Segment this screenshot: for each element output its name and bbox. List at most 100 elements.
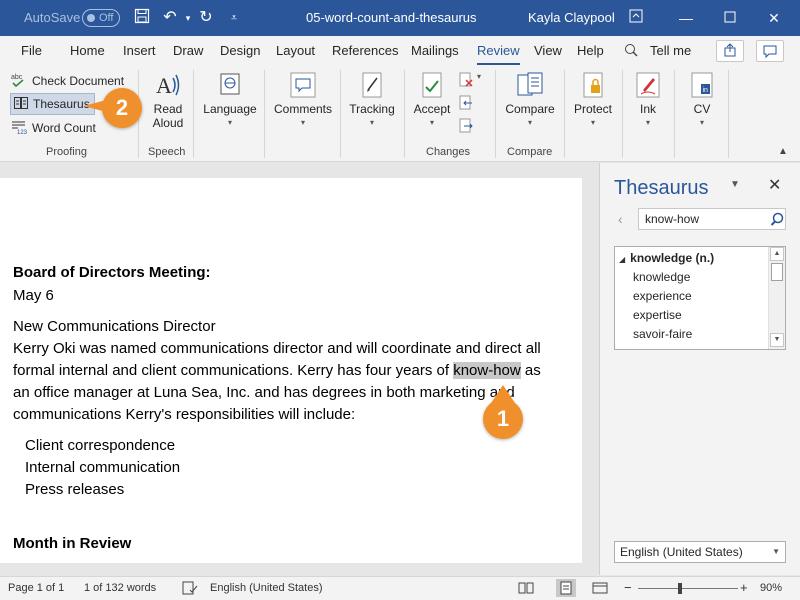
selected-word[interactable]: know-how	[453, 362, 521, 379]
synonym-item[interactable]: savoir-faire	[633, 327, 692, 341]
ribbon-separator	[622, 70, 623, 158]
body-text: formal internal and client communication…	[13, 362, 454, 379]
tab-draw[interactable]: Draw	[173, 43, 203, 58]
user-name[interactable]: Kayla Claypool	[528, 10, 615, 25]
ribbon-separator	[728, 70, 729, 158]
tab-insert[interactable]: Insert	[123, 43, 156, 58]
scroll-down-icon[interactable]: ▼	[770, 333, 784, 347]
minimize-icon[interactable]: —	[676, 8, 696, 28]
print-layout-icon[interactable]	[556, 579, 576, 597]
chevron-down-icon: ▾	[590, 118, 595, 127]
synonym-item[interactable]: knowledge	[633, 270, 690, 284]
word-count-button[interactable]: 123 Word Count	[10, 117, 96, 139]
zoom-slider[interactable]	[638, 583, 738, 594]
track-changes-icon	[357, 70, 387, 100]
web-layout-icon[interactable]	[592, 581, 608, 598]
previous-change-icon[interactable]	[458, 95, 474, 114]
tab-references[interactable]: References	[332, 43, 398, 58]
new-comment-icon	[288, 70, 318, 100]
collapse-triangle-icon[interactable]: ◢	[619, 255, 625, 264]
tab-design[interactable]: Design	[220, 43, 260, 58]
comments-label: Comments	[273, 102, 332, 116]
ribbon-separator	[404, 70, 405, 158]
thesaurus-search-input[interactable]: know-how	[638, 208, 786, 230]
chevron-down-icon: ▾	[300, 118, 305, 127]
synonym-item[interactable]: experience	[633, 289, 692, 303]
close-icon[interactable]: ✕	[768, 175, 781, 195]
synonym-scrollbar[interactable]: ▲ ▼	[768, 247, 785, 349]
maximize-icon[interactable]	[720, 8, 740, 28]
word-count-icon: 123	[10, 119, 28, 138]
back-arrow-icon[interactable]: ‹	[618, 211, 623, 227]
protect-button[interactable]: Protect ▾	[570, 70, 616, 127]
synonym-list: ◢ knowledge (n.) knowledge experience exp…	[614, 246, 786, 350]
callout-pointer	[84, 100, 106, 112]
ribbon-separator	[264, 70, 265, 158]
ribbon-separator	[674, 70, 675, 158]
heading-board-meeting: Board of Directors Meeting:	[13, 264, 211, 281]
meaning-header-label: knowledge (n.)	[630, 251, 715, 265]
check-document-button[interactable]: abc Check Document	[10, 70, 124, 92]
tab-mailings[interactable]: Mailings	[411, 43, 459, 58]
list-item: Client correspondence	[25, 437, 176, 454]
undo-icon[interactable]: ↶	[160, 8, 180, 28]
accept-button[interactable]: Accept ▾	[410, 70, 454, 127]
language-select[interactable]: English (United States) ▼	[614, 541, 786, 563]
tab-file[interactable]: File	[21, 43, 42, 58]
tab-help[interactable]: Help	[577, 43, 604, 58]
pane-options-icon[interactable]: ▼	[730, 179, 740, 190]
collapse-ribbon-icon[interactable]: ▲	[778, 146, 788, 157]
ink-button[interactable]: Ink ▾	[628, 70, 668, 127]
tracking-button[interactable]: Tracking ▾	[346, 70, 398, 127]
zoom-in-icon[interactable]: +	[740, 580, 748, 595]
close-window-icon[interactable]: ✕	[764, 8, 784, 28]
zoom-slider-thumb[interactable]	[678, 583, 682, 594]
read-aloud-icon: A	[153, 70, 183, 100]
tell-me-search[interactable]: Tell me	[650, 43, 691, 58]
page-count[interactable]: Page 1 of 1	[8, 582, 64, 594]
share-button[interactable]	[716, 40, 744, 62]
reject-icon[interactable]	[458, 72, 474, 91]
autosave-label: AutoSave	[24, 10, 81, 25]
tab-home[interactable]: Home	[70, 43, 105, 58]
zoom-out-icon[interactable]: −	[624, 580, 632, 595]
word-count-status[interactable]: 1 of 132 words	[84, 582, 156, 594]
customize-toolbar-icon[interactable]: ⩡	[224, 8, 244, 28]
document-page[interactable]: Board of Directors Meeting: May 6 New Co…	[0, 178, 582, 563]
pen-icon	[633, 70, 663, 100]
chevron-down-icon[interactable]: ▾	[477, 72, 481, 81]
redo-icon[interactable]: ↻	[196, 8, 216, 28]
tab-review[interactable]: Review	[477, 43, 520, 65]
meaning-header[interactable]: ◢ knowledge (n.)	[619, 251, 714, 265]
synonym-item[interactable]: expertise	[633, 308, 682, 322]
read-mode-icon[interactable]	[518, 581, 534, 598]
tab-layout[interactable]: Layout	[276, 43, 315, 58]
comments-button[interactable]	[756, 40, 784, 62]
next-change-icon[interactable]	[458, 118, 474, 137]
body-line-4: communications Kerry's responsibilities …	[13, 406, 356, 423]
compare-group-label: Compare	[507, 146, 553, 158]
status-bar: Page 1 of 1 1 of 132 words English (Unit…	[0, 576, 800, 600]
search-icon[interactable]	[770, 212, 784, 226]
svg-text:in: in	[703, 87, 709, 94]
zoom-level[interactable]: 90%	[760, 582, 782, 594]
svg-text:A: A	[156, 73, 172, 98]
chevron-down-icon: ▾	[699, 118, 704, 127]
cv-button[interactable]: in CV ▾	[682, 70, 722, 127]
scroll-up-icon[interactable]: ▲	[770, 247, 784, 261]
autosave-toggle[interactable]: Off	[82, 9, 120, 27]
tab-view[interactable]: View	[534, 43, 562, 58]
comments-ribbon-button[interactable]: Comments ▾	[272, 70, 334, 127]
proofing-group-label: Proofing	[46, 146, 87, 158]
compare-button[interactable]: Compare ▾	[502, 70, 558, 127]
undo-dropdown-icon[interactable]: ▾	[178, 8, 198, 28]
language-status[interactable]: English (United States)	[210, 582, 323, 594]
save-icon[interactable]	[132, 8, 152, 28]
scroll-thumb[interactable]	[771, 263, 783, 281]
thesaurus-button[interactable]: Thesaurus	[10, 93, 95, 115]
proofing-status-icon[interactable]	[182, 581, 198, 598]
ribbon-display-icon[interactable]	[626, 8, 646, 28]
read-aloud-button[interactable]: A Read Aloud	[148, 70, 188, 130]
language-button[interactable]: Language ▾	[202, 70, 258, 127]
title-bar: AutoSave Off ↶ ▾ ↻ ⩡ 05-word-count-and-t…	[0, 0, 800, 36]
